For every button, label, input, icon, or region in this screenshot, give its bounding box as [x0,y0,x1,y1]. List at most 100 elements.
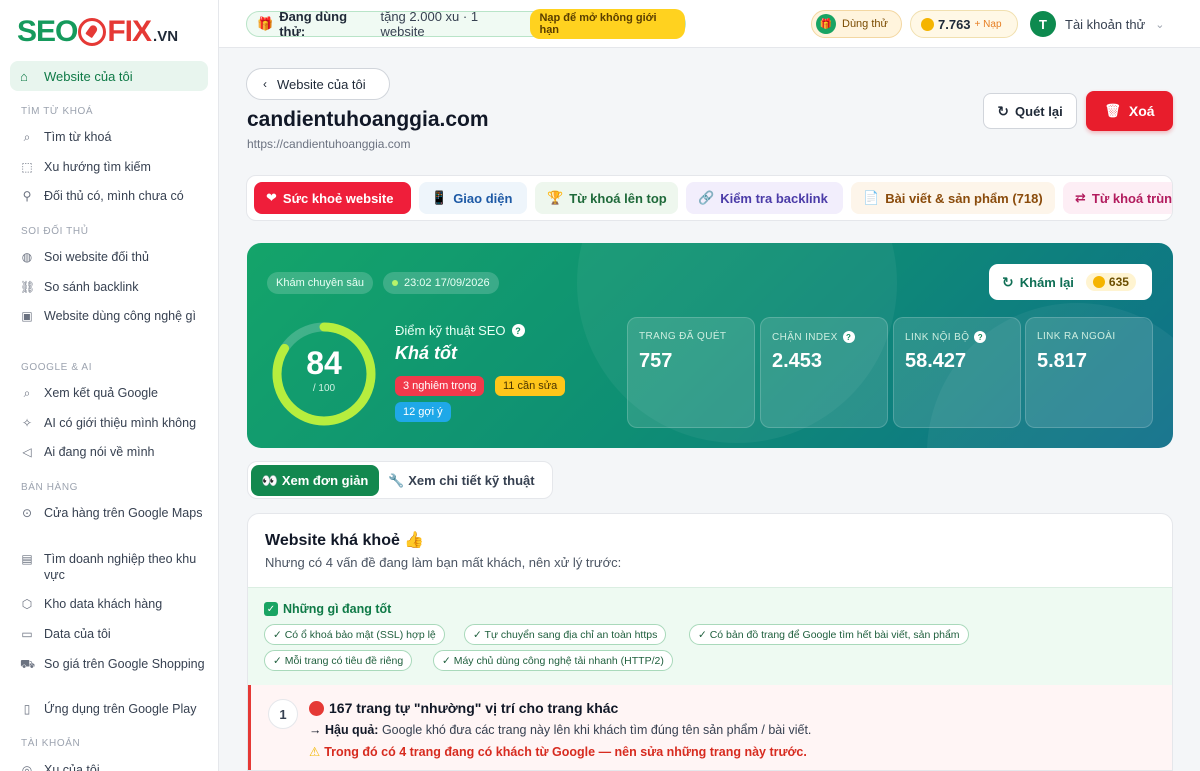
sidebar-section-title: SOI ĐỐI THỦ [21,226,89,237]
search-icon: ⌕ [23,130,31,144]
issue-title: 167 trang tự "nhường" vị trí cho trang k… [309,700,618,716]
tab-website-health[interactable]: ❤ Sức khoẻ website [254,182,411,214]
sidebar-item-competitor-website[interactable]: ◍ Soi website đối thủ [20,249,210,265]
simple-view-button[interactable]: 👀 Xem đơn giản [251,465,379,496]
tab-interface[interactable]: 📱 Giao diện [419,182,527,214]
tab-articles-products[interactable]: 📄 Bài viết & sản phẩm (718) [851,182,1055,214]
good-point-pill: ✓ Có ổ khoá bảo mật (SSL) hợp lệ [264,624,445,645]
health-summary-panel: Khám chuyên sâu 23:02 17/09/2026 84 / 10… [247,243,1173,448]
help-icon[interactable]: ? [511,324,525,337]
summary-title: Website khá khoẻ 👍 [265,532,425,549]
sidebar-item-label: Xu của tôi [44,763,100,771]
coin-amount: 7.763 [938,16,971,32]
tab-top-keywords[interactable]: 🏆 Từ khoá lên top [535,182,678,214]
sidebar-item-shopping-prices[interactable]: ⛟ So giá trên Google Shopping [20,656,210,672]
app-icon: ▯ [23,702,31,716]
technical-view-label: Xem chi tiết kỹ thuật [408,473,535,488]
refresh-icon: ↻ [997,102,1010,119]
critical-issues-badge[interactable]: 3 nghiêm trọng [395,376,485,396]
rescan-button[interactable]: ↻ Quét lại [983,93,1077,129]
sidebar-section-title: TÌM TỪ KHOÁ [21,106,94,117]
phone-icon: 📱 [431,190,448,205]
sidebar-item-google-play[interactable]: ▯ Ứng dụng trên Google Play [20,701,210,717]
sidebar-item-customer-data[interactable]: ⬡ Kho data khách hàng [20,596,210,612]
wrench-icon: 🔧 [388,472,405,488]
help-icon[interactable]: ? [974,331,987,343]
sidebar-item-my-websites[interactable]: ⌂ Website của tôi [10,61,208,91]
trial-banner: 🎁 Đang dùng thử: tặng 2.000 xu · 1 websi… [246,9,686,39]
trial-button[interactable]: 🎁 Dùng thử [811,10,902,38]
trophy-icon: 🏆 [547,190,564,205]
heart-icon: ❤ [266,190,277,205]
site-url[interactable]: https://candientuhoanggia.com [247,137,410,151]
sidebar-item-label: Tìm từ khoá [44,130,112,144]
good-points-section: ✓ Những gì đang tốt ✓ Có ổ khoá bảo mật (… [248,587,1172,685]
rocket-icon [78,18,107,46]
cart-icon: ⛟ [20,657,36,671]
warning-icon: ⚠ [309,745,321,759]
issue-number: 1 [268,699,298,729]
rescan-cost-value: 635 [1108,275,1129,289]
sidebar-item-google-maps-stores[interactable]: ⊙ Cửa hàng trên Google Maps [20,505,210,521]
back-button[interactable]: ‹ Website của tôi [246,68,390,100]
issue-item[interactable]: 1 167 trang tự "nhường" vị trí cho trang… [248,685,1172,770]
tab-duplicate-keywords[interactable]: ⇄ Từ khoá trùn [1063,182,1172,214]
stat-blocked-index: CHẶN INDEX? 2.453 [760,317,888,428]
status-dot [392,280,398,286]
stat-label-text: LINK NỘI BỘ [905,331,970,343]
sidebar-item-my-coins[interactable]: ◎ Xu của tôi [20,762,210,771]
sidebar-item-backlink-compare[interactable]: ⛓ So sánh backlink [20,279,210,295]
sidebar: SEO FIX .VN ⌂ Website của tôi TÌM TỪ KHO… [0,0,219,771]
sidebar-item-ai-mentions[interactable]: ✧ AI có giới thiệu mình không [20,415,210,431]
good-point-pill: ✓ Có bản đồ trang để Google tìm hết bài … [689,624,969,645]
rescan-health-button[interactable]: ↻ Khám lại 635 [989,264,1152,300]
database-icon: ▭ [21,627,33,641]
health-score-max: / 100 [312,383,336,394]
coin-icon: ◎ [21,763,33,771]
rescan-cost: 635 [1085,273,1136,291]
sidebar-item-google-results[interactable]: ⌕ Xem kết quả Google [20,385,210,401]
delete-button[interactable]: 🗑 Xoá [1086,91,1173,131]
sparkle-icon: ✧ [21,416,33,430]
sidebar-item-brand-mentions[interactable]: ◁ Ai đang nói về mình [20,444,210,460]
account-menu[interactable]: T Tài khoản thử ⌄ [1030,10,1164,38]
suggestions-badge[interactable]: 12 gợi ý [395,402,451,422]
fix-needed-badge[interactable]: 11 cần sửa [495,376,566,396]
report-tabs: ❤ Sức khoẻ website 📱 Giao diện 🏆 Từ khoá lê… [246,175,1173,221]
sidebar-item-keyword-search[interactable]: ⌕ Tìm từ khoá [20,129,210,145]
sidebar-item-my-data[interactable]: ▭ Data của tôi [20,626,210,642]
sidebar-item-competitor-gap[interactable]: ⚲ Đối thủ có, mình chưa có [20,188,210,204]
sidebar-item-label: Website dùng công nghệ gì [44,309,196,323]
stat-label: LINK NỘI BỘ? [905,331,987,343]
topup-link[interactable]: + Nạp [975,19,1002,30]
sidebar-item-label: Đối thủ có, mình chưa có [44,189,184,203]
trial-button-label: Dùng thử [842,18,888,30]
issue-warning-text: Trong đó có 4 trang đang có khách từ Goo… [324,745,807,759]
back-label: Website của tôi [277,76,366,92]
stat-internal-links: LINK NỘI BỘ? 58.427 [893,317,1021,428]
stat-pages-scanned: TRANG ĐÃ QUÉT 757 [627,317,755,428]
seo-rating: Khá tốt [395,343,457,363]
trash-icon: 🗑 [1104,103,1121,118]
good-points-title: ✓ Những gì đang tốt [264,602,391,616]
globe-icon: ◍ [21,250,33,264]
brand-logo[interactable]: SEO FIX .VN [17,15,178,49]
health-summary-card: Website khá khoẻ 👍 Nhưng có 4 vấn đề đan… [247,513,1173,771]
sidebar-item-label: AI có giới thiệu mình không [44,416,197,430]
red-circle-icon [309,700,324,716]
avatar: T [1030,11,1056,37]
good-points-title-text: Những gì đang tốt [283,602,392,616]
summary-subtitle: Nhưng có 4 vấn đề đang làm bạn mất khách… [265,555,622,570]
tab-backlink-check[interactable]: 🔗 Kiểm tra backlink [686,182,843,214]
technical-view-button[interactable]: 🔧 Xem chi tiết kỹ thuật [388,465,548,496]
sidebar-item-business-by-area[interactable]: ▤ Tìm doanh nghiệp theo khu vực [20,551,210,583]
sidebar-item-tech-lookup[interactable]: ▣ Website dùng công nghệ gì [20,308,210,324]
stat-value: 2.453 [772,350,823,372]
chevron-left-icon: ‹ [263,77,267,91]
topup-unlimited-button[interactable]: Nạp để mở không giới hạn [530,9,686,39]
seo-score-label-text: Điểm kỹ thuật SEO [395,323,506,338]
sidebar-item-search-trends[interactable]: ⬚ Xu hướng tìm kiếm [20,159,210,175]
deep-scan-chip: Khám chuyên sâu [267,272,374,294]
help-icon[interactable]: ? [842,331,855,343]
coin-balance[interactable]: 7.763 + Nạp [910,10,1018,38]
